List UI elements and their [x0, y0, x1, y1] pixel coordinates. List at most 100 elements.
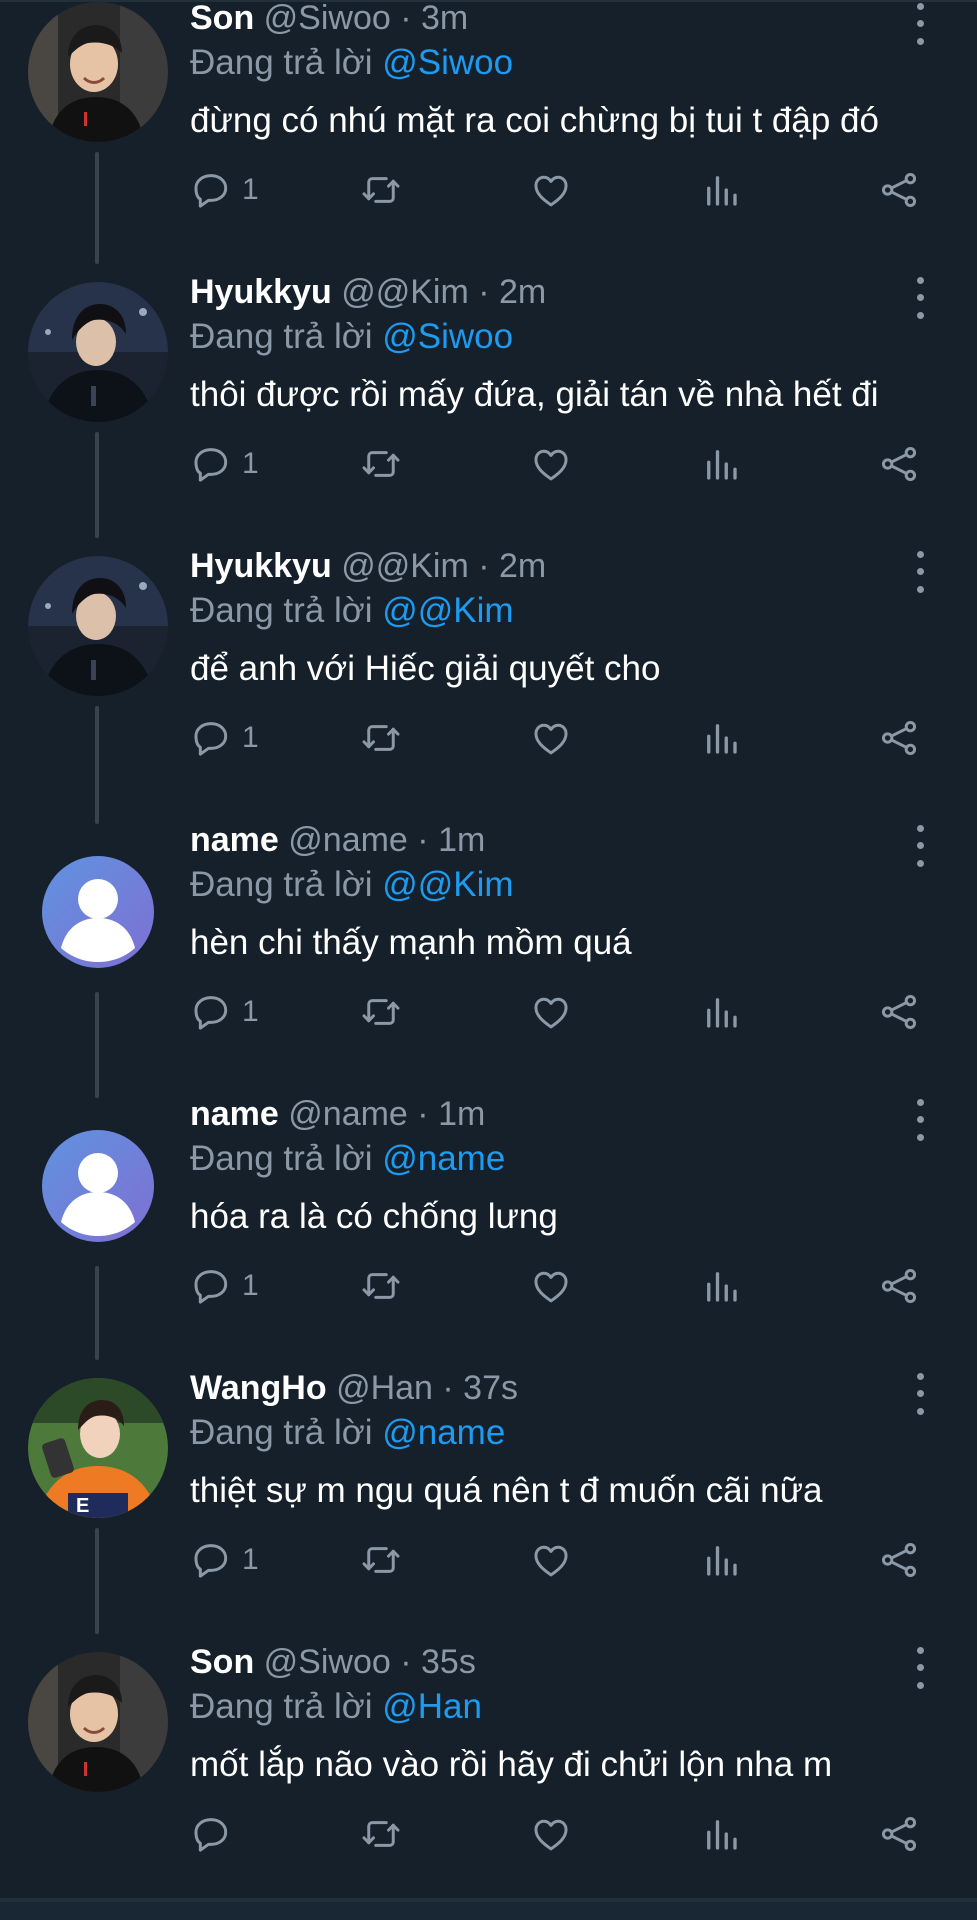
reply-icon: [190, 169, 232, 211]
reply-button[interactable]: 1: [190, 1536, 259, 1584]
reply-count: 1: [242, 721, 259, 754]
retweet-button[interactable]: [360, 1536, 402, 1584]
replying-to: Đang trả lời @Han: [190, 1684, 482, 1730]
avatar[interactable]: [28, 556, 168, 696]
author-name[interactable]: WangHo: [190, 1369, 327, 1407]
mention-link[interactable]: @Siwoo: [382, 43, 513, 82]
reply-icon: [190, 1813, 232, 1855]
reply-icon: [190, 991, 232, 1033]
share-button[interactable]: [878, 714, 920, 762]
author-name[interactable]: Hyukkyu: [190, 547, 332, 585]
author-name[interactable]: Son: [190, 0, 254, 37]
avatar[interactable]: E: [28, 1378, 168, 1518]
tweet-item: Hyukkyu @@Kim · 2m Đang trả lời @Siwoo thô…: [0, 272, 977, 546]
retweet-button[interactable]: [360, 166, 402, 214]
views-button[interactable]: [700, 1262, 742, 1310]
mention-link[interactable]: @name: [382, 1413, 505, 1452]
retweet-button[interactable]: [360, 440, 402, 488]
analytics-icon: [700, 1265, 742, 1307]
svg-text:E: E: [76, 1495, 89, 1517]
more-options-icon[interactable]: [904, 820, 936, 872]
tweet-header: Son @Siwoo · 3m: [190, 0, 468, 40]
views-button[interactable]: [700, 714, 742, 762]
reply-count: 1: [242, 447, 259, 480]
timestamp: 1m: [438, 821, 486, 859]
more-options-icon[interactable]: [904, 546, 936, 598]
author-name[interactable]: Son: [190, 1643, 254, 1681]
more-options-icon[interactable]: [904, 1368, 936, 1420]
retweet-icon: [360, 717, 402, 759]
retweet-icon: [360, 1539, 402, 1581]
replying-to-label: Đang trả lời: [190, 1687, 373, 1726]
author-handle[interactable]: @Siwoo: [264, 1643, 391, 1681]
share-button[interactable]: [878, 988, 920, 1036]
analytics-icon: [700, 1813, 742, 1855]
share-button[interactable]: [878, 166, 920, 214]
tweet-header: Son @Siwoo · 35s: [190, 1640, 476, 1684]
author-handle[interactable]: @@Kim: [341, 273, 469, 311]
retweet-button[interactable]: [360, 1810, 402, 1858]
more-options-icon[interactable]: [904, 272, 936, 324]
author-handle[interactable]: @Han: [336, 1369, 433, 1407]
author-name[interactable]: name: [190, 1095, 279, 1133]
retweet-button[interactable]: [360, 1262, 402, 1310]
avatar[interactable]: [28, 1652, 168, 1792]
reply-button[interactable]: 1: [190, 166, 259, 214]
timestamp: 1m: [438, 1095, 486, 1133]
tweet-item: E WangHo @Han · 37s Đang trả lời @name thiệ…: [0, 1368, 977, 1642]
replying-to: Đang trả lời @Siwoo: [190, 314, 513, 360]
heart-icon: [530, 169, 572, 211]
like-button[interactable]: [530, 714, 572, 762]
tweet-item: name @name · 1m Đang trả lời @name hóa ra …: [0, 1094, 977, 1368]
share-icon: [878, 169, 920, 211]
author-handle[interactable]: @Siwoo: [264, 0, 391, 37]
replying-to-label: Đang trả lời: [190, 591, 373, 630]
reply-button[interactable]: 1: [190, 440, 259, 488]
share-button[interactable]: [878, 1262, 920, 1310]
views-button[interactable]: [700, 988, 742, 1036]
retweet-button[interactable]: [360, 714, 402, 762]
tweet-actions: [190, 1810, 930, 1858]
author-name[interactable]: name: [190, 821, 279, 859]
author-handle[interactable]: @@Kim: [341, 547, 469, 585]
more-options-icon[interactable]: [904, 1094, 936, 1146]
views-button[interactable]: [700, 166, 742, 214]
mention-link[interactable]: @@Kim: [382, 591, 513, 630]
avatar[interactable]: [28, 842, 168, 982]
author-handle[interactable]: @name: [288, 1095, 408, 1133]
analytics-icon: [700, 1539, 742, 1581]
like-button[interactable]: [530, 166, 572, 214]
mention-link[interactable]: @name: [382, 1139, 505, 1178]
reply-button[interactable]: 1: [190, 988, 259, 1036]
like-button[interactable]: [530, 440, 572, 488]
more-options-icon[interactable]: [904, 1642, 936, 1694]
reply-button[interactable]: [190, 1810, 242, 1858]
avatar[interactable]: [28, 1116, 168, 1256]
analytics-icon: [700, 443, 742, 485]
heart-icon: [530, 717, 572, 759]
share-button[interactable]: [878, 1536, 920, 1584]
like-button[interactable]: [530, 988, 572, 1036]
share-button[interactable]: [878, 1810, 920, 1858]
reply-button[interactable]: 1: [190, 1262, 259, 1310]
reply-count: 1: [242, 1543, 259, 1576]
more-options-icon[interactable]: [904, 0, 936, 50]
share-button[interactable]: [878, 440, 920, 488]
reply-button[interactable]: 1: [190, 714, 259, 762]
mention-link[interactable]: @Han: [382, 1687, 482, 1726]
views-button[interactable]: [700, 1536, 742, 1584]
like-button[interactable]: [530, 1810, 572, 1858]
reply-icon: [190, 1539, 232, 1581]
avatar[interactable]: [28, 282, 168, 422]
views-button[interactable]: [700, 440, 742, 488]
avatar[interactable]: [28, 2, 168, 142]
views-button[interactable]: [700, 1810, 742, 1858]
retweet-button[interactable]: [360, 988, 402, 1036]
tweet-text: đừng có nhú mặt ra coi chừng bị tui t đậ…: [190, 101, 879, 140]
like-button[interactable]: [530, 1536, 572, 1584]
mention-link[interactable]: @@Kim: [382, 865, 513, 904]
mention-link[interactable]: @Siwoo: [382, 317, 513, 356]
author-name[interactable]: Hyukkyu: [190, 273, 332, 311]
author-handle[interactable]: @name: [288, 821, 408, 859]
like-button[interactable]: [530, 1262, 572, 1310]
